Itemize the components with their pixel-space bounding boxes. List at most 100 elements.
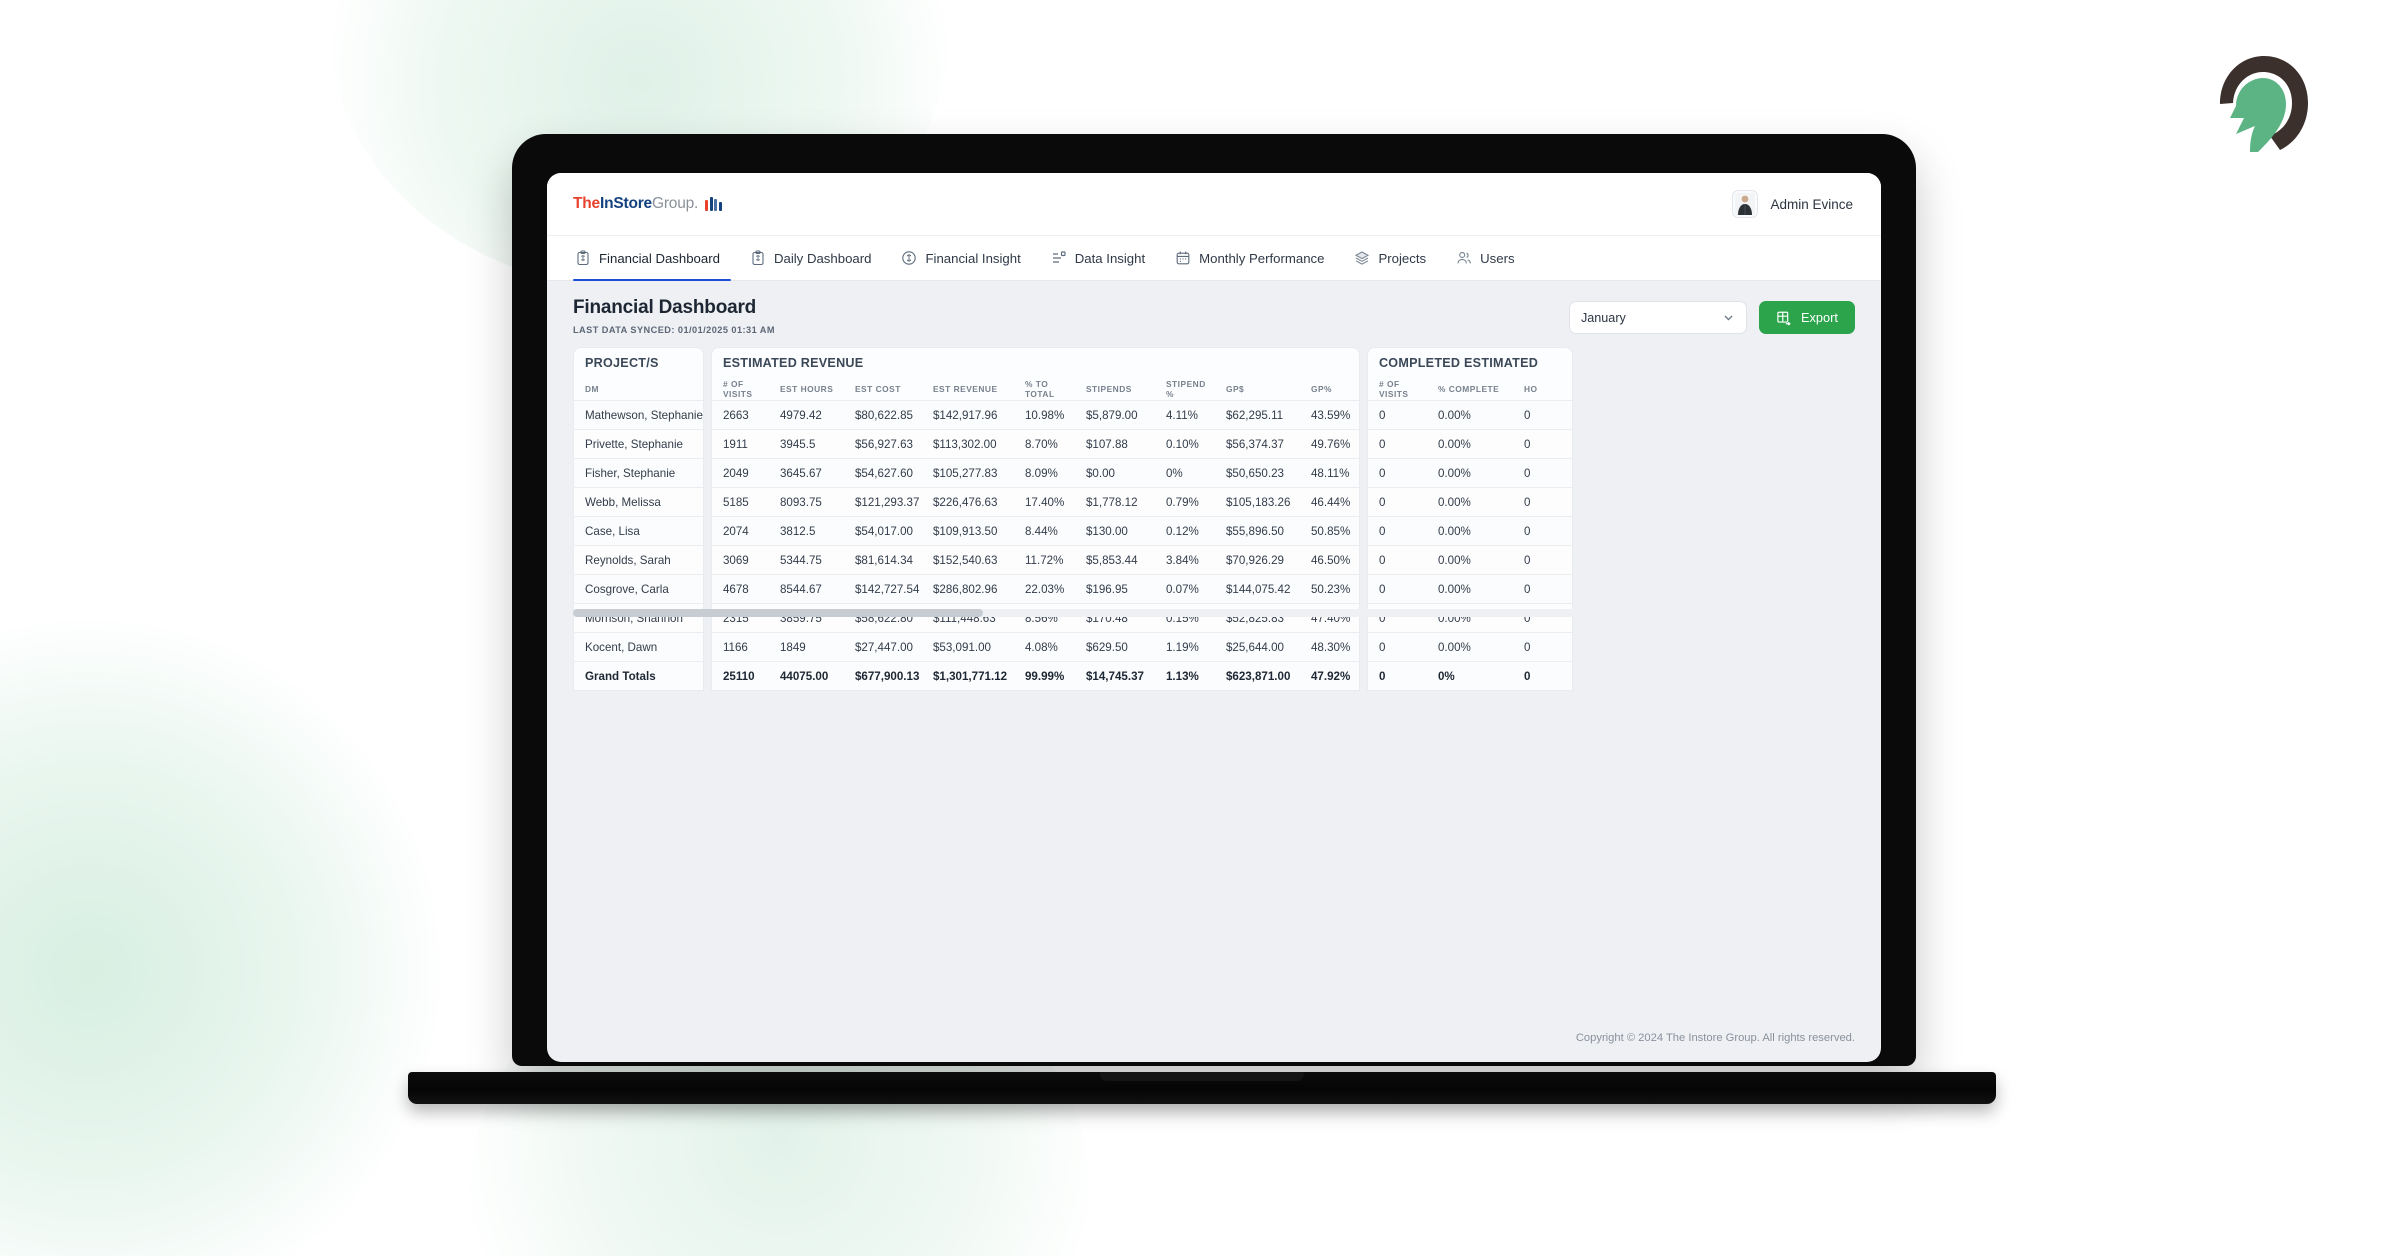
cell-gp-dollar: $62,295.11: [1215, 401, 1300, 430]
cell-c-complete: 0.00%: [1427, 546, 1513, 575]
cell-c-complete: 0.00%: [1427, 430, 1513, 459]
header-actions: January Export: [1569, 297, 1855, 334]
column-gap: [704, 459, 711, 488]
laptop-mockup: TheInStoreGroup.: [0, 0, 2400, 1256]
cell-est-hours: 8093.75: [769, 488, 844, 517]
group-projects: PROJECT/S: [573, 347, 704, 377]
cell-dm: Grand Totals: [573, 662, 704, 691]
cell-gp-pct: 46.50%: [1300, 546, 1360, 575]
tab-users[interactable]: Users: [1441, 236, 1529, 280]
column-gap: [704, 633, 711, 662]
column-gap: [1360, 459, 1367, 488]
cell-c-visits: 0: [1367, 546, 1427, 575]
layers-icon: [1354, 250, 1370, 266]
cell-stipends: $14,745.37: [1075, 662, 1155, 691]
cell-est-cost: $121,293.37: [844, 488, 922, 517]
clipboard-dollar-icon: [750, 250, 766, 266]
col-pct-complete[interactable]: % COMPLETE: [1427, 377, 1513, 401]
user-menu[interactable]: Admin Evince: [1732, 190, 1853, 218]
table-row: Mathewson, Stephanie26634979.42$80,622.8…: [573, 401, 1573, 430]
cell-stipend-pct: 1.19%: [1155, 633, 1215, 662]
tab-projects[interactable]: Projects: [1339, 236, 1441, 280]
table-row: Case, Lisa20743812.5$54,017.00$109,913.5…: [573, 517, 1573, 546]
cell-pct-total: 17.40%: [1014, 488, 1075, 517]
brand-the: The: [573, 195, 600, 212]
cell-stipends: $5,853.44: [1075, 546, 1155, 575]
tab-label: Users: [1480, 251, 1514, 266]
table-row: Reynolds, Sarah30695344.75$81,614.34$152…: [573, 546, 1573, 575]
tab-monthly-performance[interactable]: Monthly Performance: [1160, 236, 1339, 280]
column-gap: [704, 517, 711, 546]
col-est-hours[interactable]: EST HOURS: [769, 377, 844, 401]
brand-logo[interactable]: TheInStoreGroup.: [573, 196, 722, 212]
cell-visits: 3069: [711, 546, 769, 575]
month-select-value: January: [1581, 311, 1626, 325]
table-row: Webb, Melissa51858093.75$121,293.37$226,…: [573, 488, 1573, 517]
export-button[interactable]: Export: [1759, 301, 1855, 334]
cell-est-revenue: $105,277.83: [922, 459, 1014, 488]
tab-label: Daily Dashboard: [774, 251, 872, 266]
col-completed-visits[interactable]: # OF VISITS: [1367, 377, 1427, 401]
column-gap: [1360, 401, 1367, 430]
cell-est-revenue: $109,913.50: [922, 517, 1014, 546]
col-est-cost[interactable]: EST COST: [844, 377, 922, 401]
column-gap: [1360, 430, 1367, 459]
horizontal-scrollbar-track[interactable]: [573, 609, 1855, 617]
cell-c-ho: 0: [1513, 575, 1573, 604]
cell-c-visits: 0: [1367, 430, 1427, 459]
cell-pct-total: 10.98%: [1014, 401, 1075, 430]
col-pct-to-total[interactable]: % TO TOTAL: [1014, 377, 1075, 401]
group-header-row: PROJECT/S ESTIMATED REVENUE COMPLETED ES…: [573, 347, 1573, 377]
cell-gp-pct: 47.92%: [1300, 662, 1360, 691]
tab-daily-dashboard[interactable]: Daily Dashboard: [735, 236, 887, 280]
tab-data-insight[interactable]: Data Insight: [1036, 236, 1160, 280]
column-gap: [1360, 575, 1367, 604]
cell-est-cost: $677,900.13: [844, 662, 922, 691]
horizontal-scrollbar-thumb[interactable]: [573, 609, 983, 617]
cell-pct-total: 8.09%: [1014, 459, 1075, 488]
group-completed-estimated: COMPLETED ESTIMATED: [1367, 347, 1573, 377]
table-horizontal-scroll[interactable]: PROJECT/S ESTIMATED REVENUE COMPLETED ES…: [573, 347, 1855, 691]
cell-pct-total: 11.72%: [1014, 546, 1075, 575]
col-est-revenue[interactable]: EST REVENUE: [922, 377, 1014, 401]
cell-c-ho: 0: [1513, 517, 1573, 546]
cell-pct-total: 8.44%: [1014, 517, 1075, 546]
cell-gp-dollar: $70,926.29: [1215, 546, 1300, 575]
cell-c-visits: 0: [1367, 575, 1427, 604]
table-body: Mathewson, Stephanie26634979.42$80,622.8…: [573, 401, 1573, 691]
col-stipends[interactable]: STIPENDS: [1075, 377, 1155, 401]
cell-stipend-pct: 0.10%: [1155, 430, 1215, 459]
cell-stipends: $1,778.12: [1075, 488, 1155, 517]
cell-gp-pct: 50.23%: [1300, 575, 1360, 604]
cell-dm: Mathewson, Stephanie: [573, 401, 704, 430]
cell-stipends: $130.00: [1075, 517, 1155, 546]
column-gap: [704, 546, 711, 575]
col-visits[interactable]: # OF VISITS: [711, 377, 769, 401]
cell-gp-pct: 43.59%: [1300, 401, 1360, 430]
column-gap: [1360, 662, 1367, 691]
cell-stipend-pct: 3.84%: [1155, 546, 1215, 575]
cell-stipend-pct: 0%: [1155, 459, 1215, 488]
brand-store: Store: [613, 195, 652, 212]
cell-est-revenue: $226,476.63: [922, 488, 1014, 517]
cell-stipend-pct: 1.13%: [1155, 662, 1215, 691]
cell-c-ho: 0: [1513, 488, 1573, 517]
month-select[interactable]: January: [1569, 301, 1747, 334]
cell-gp-dollar: $144,075.42: [1215, 575, 1300, 604]
col-gp-dollar[interactable]: GP$: [1215, 377, 1300, 401]
col-dm[interactable]: DM: [573, 377, 704, 401]
cell-dm: Cosgrove, Carla: [573, 575, 704, 604]
cell-pct-total: 22.03%: [1014, 575, 1075, 604]
tab-financial-insight[interactable]: Financial Insight: [886, 236, 1035, 280]
cell-est-cost: $27,447.00: [844, 633, 922, 662]
col-completed-ho[interactable]: HO: [1513, 377, 1573, 401]
col-stipend-pct[interactable]: STIPEND %: [1155, 377, 1215, 401]
page-title: Financial Dashboard: [573, 297, 775, 319]
column-gap: [704, 662, 711, 691]
brand-bars-icon: [705, 197, 722, 212]
export-label: Export: [1801, 310, 1838, 325]
tab-financial-dashboard[interactable]: Financial Dashboard: [573, 236, 735, 280]
cell-c-complete: 0.00%: [1427, 401, 1513, 430]
col-gp-pct[interactable]: GP%: [1300, 377, 1360, 401]
cell-dm: Privette, Stephanie: [573, 430, 704, 459]
